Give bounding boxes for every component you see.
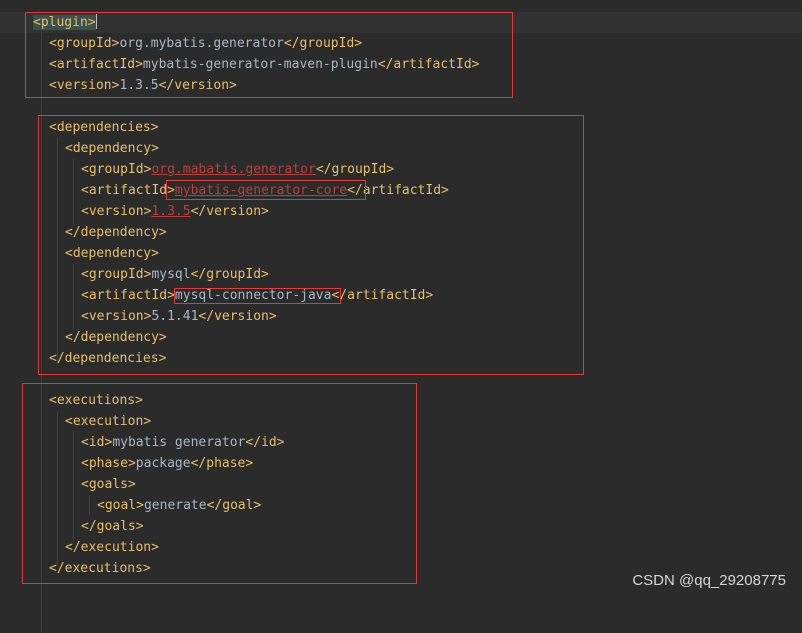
connector-highlight-box — [174, 288, 341, 304]
executions-highlight-box — [22, 383, 417, 584]
code-editor[interactable]: <plugin> <groupId>org.mybatis.generator</… — [0, 0, 802, 633]
plugin-highlight-box — [25, 12, 513, 98]
artifact-core-highlight-box — [166, 180, 366, 200]
watermark: CSDN @qq_29208775 — [632, 572, 786, 589]
dependencies-highlight-box — [38, 115, 584, 375]
